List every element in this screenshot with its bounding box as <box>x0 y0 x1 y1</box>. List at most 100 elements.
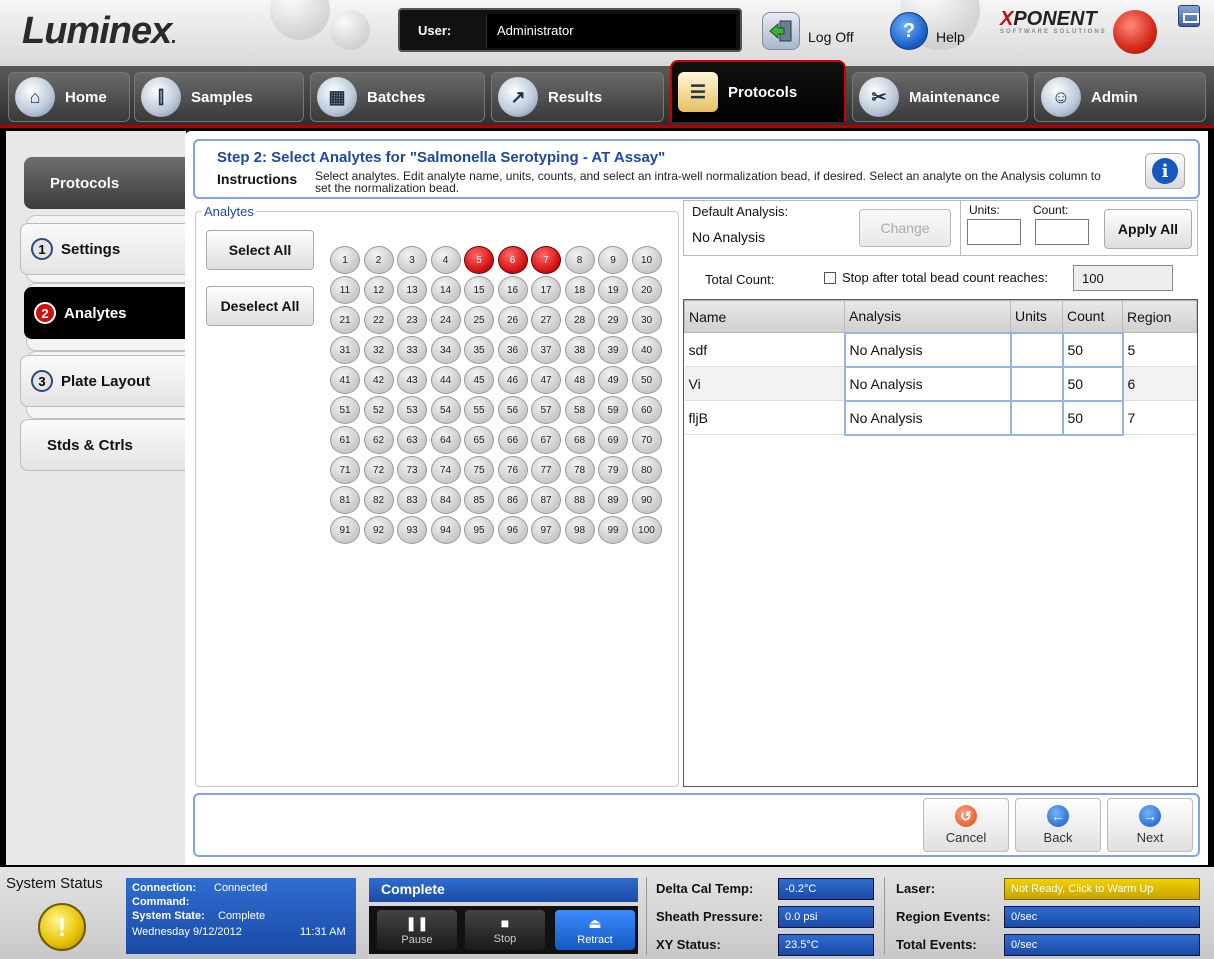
bead-region-45[interactable]: 45 <box>464 366 494 394</box>
bead-region-81[interactable]: 81 <box>330 486 360 514</box>
bead-region-18[interactable]: 18 <box>564 276 595 304</box>
bead-region-32[interactable]: 32 <box>363 336 394 364</box>
table-row[interactable]: Vi No Analysis 50 6 <box>684 365 1197 402</box>
bead-region-38[interactable]: 38 <box>564 336 595 364</box>
bead-region-93[interactable]: 93 <box>397 516 427 544</box>
tab-samples[interactable]: ⫿ Samples <box>134 72 304 122</box>
sidebar-item-stds-ctrls[interactable]: Stds & Ctrls <box>20 419 188 471</box>
bead-region-67[interactable]: 67 <box>531 426 561 454</box>
cell-analysis[interactable]: No Analysis <box>843 331 1012 368</box>
bead-region-83[interactable]: 83 <box>397 486 427 514</box>
bead-region-100[interactable]: 100 <box>631 516 662 544</box>
sidebar-item-settings[interactable]: 1 Settings <box>20 223 188 275</box>
info-button[interactable]: i <box>1145 153 1185 189</box>
bead-region-63[interactable]: 63 <box>397 426 427 454</box>
tab-results[interactable]: ↗ Results <box>491 72 664 122</box>
bead-region-54[interactable]: 54 <box>430 396 461 424</box>
bead-region-34[interactable]: 34 <box>430 336 461 364</box>
warning-icon[interactable]: ! <box>38 903 86 951</box>
bead-region-10[interactable]: 10 <box>631 246 662 274</box>
bead-region-53[interactable]: 53 <box>397 396 427 424</box>
retract-button[interactable]: ⏏ Retract <box>555 910 635 950</box>
bead-region-98[interactable]: 98 <box>564 516 595 544</box>
bead-region-13[interactable]: 13 <box>397 276 427 304</box>
bead-region-59[interactable]: 59 <box>598 396 628 424</box>
stop-after-count-checkbox[interactable] <box>824 272 836 284</box>
bead-region-91[interactable]: 91 <box>330 516 360 544</box>
bead-region-78[interactable]: 78 <box>564 456 595 484</box>
tab-protocols[interactable]: ☰ Protocols <box>670 60 846 122</box>
bead-region-47[interactable]: 47 <box>531 366 561 394</box>
bead-region-6[interactable]: 6 <box>497 246 528 274</box>
bead-region-11[interactable]: 11 <box>330 276 360 304</box>
help-button[interactable]: ? Help <box>890 8 965 54</box>
bead-region-74[interactable]: 74 <box>430 456 461 484</box>
bead-region-27[interactable]: 27 <box>531 306 561 334</box>
bead-region-4[interactable]: 4 <box>430 246 461 274</box>
tab-home[interactable]: ⌂ Home <box>8 72 130 122</box>
cell-units[interactable] <box>1009 331 1064 368</box>
bead-region-42[interactable]: 42 <box>363 366 394 394</box>
bead-region-51[interactable]: 51 <box>330 396 360 424</box>
bead-region-52[interactable]: 52 <box>363 396 394 424</box>
bead-region-55[interactable]: 55 <box>464 396 494 424</box>
bead-region-5[interactable]: 5 <box>464 246 494 274</box>
bead-region-56[interactable]: 56 <box>497 396 528 424</box>
bead-region-30[interactable]: 30 <box>631 306 662 334</box>
cancel-button[interactable]: ↺ Cancel <box>923 798 1009 852</box>
sidebar-item-protocols[interactable]: Protocols <box>24 157 188 209</box>
column-header-count[interactable]: Count <box>1062 300 1123 333</box>
bead-region-49[interactable]: 49 <box>598 366 628 394</box>
bead-region-12[interactable]: 12 <box>363 276 394 304</box>
bead-region-65[interactable]: 65 <box>464 426 494 454</box>
pause-button[interactable]: ❚❚ Pause <box>377 910 457 950</box>
bead-region-23[interactable]: 23 <box>397 306 427 334</box>
bead-region-71[interactable]: 71 <box>330 456 360 484</box>
bead-region-92[interactable]: 92 <box>363 516 394 544</box>
units-input[interactable] <box>967 219 1021 245</box>
bead-region-3[interactable]: 3 <box>397 246 427 274</box>
cell-analysis[interactable]: No Analysis <box>843 365 1012 402</box>
bead-region-76[interactable]: 76 <box>497 456 528 484</box>
bead-region-39[interactable]: 39 <box>598 336 628 364</box>
sidebar-item-analytes[interactable]: 2 Analytes <box>24 287 188 339</box>
bead-region-60[interactable]: 60 <box>631 396 662 424</box>
select-all-button[interactable]: Select All <box>206 230 314 270</box>
column-header-units[interactable]: Units <box>1010 300 1063 333</box>
minimize-button[interactable] <box>1178 5 1200 27</box>
bead-region-80[interactable]: 80 <box>631 456 662 484</box>
cell-units[interactable] <box>1009 399 1064 436</box>
bead-region-40[interactable]: 40 <box>631 336 662 364</box>
bead-region-64[interactable]: 64 <box>430 426 461 454</box>
bead-region-77[interactable]: 77 <box>531 456 561 484</box>
bead-region-69[interactable]: 69 <box>598 426 628 454</box>
bead-region-88[interactable]: 88 <box>564 486 595 514</box>
table-row[interactable]: fljB No Analysis 50 7 <box>684 399 1197 436</box>
bead-region-44[interactable]: 44 <box>430 366 461 394</box>
bead-region-97[interactable]: 97 <box>531 516 561 544</box>
bead-region-22[interactable]: 22 <box>363 306 394 334</box>
bead-region-79[interactable]: 79 <box>598 456 628 484</box>
bead-region-35[interactable]: 35 <box>464 336 494 364</box>
cell-name[interactable]: sdf <box>684 332 845 367</box>
bead-region-15[interactable]: 15 <box>464 276 494 304</box>
next-button[interactable]: → Next <box>1107 798 1193 852</box>
bead-region-94[interactable]: 94 <box>430 516 461 544</box>
bead-region-28[interactable]: 28 <box>564 306 595 334</box>
bead-region-87[interactable]: 87 <box>531 486 561 514</box>
bead-region-43[interactable]: 43 <box>397 366 427 394</box>
logoff-button[interactable]: Log Off <box>762 8 854 54</box>
table-row[interactable]: sdf No Analysis 50 5 <box>684 331 1197 368</box>
bead-region-14[interactable]: 14 <box>430 276 461 304</box>
bead-region-36[interactable]: 36 <box>497 336 528 364</box>
bead-region-25[interactable]: 25 <box>464 306 494 334</box>
cell-count[interactable]: 50 <box>1061 331 1124 368</box>
bead-region-16[interactable]: 16 <box>497 276 528 304</box>
bead-region-48[interactable]: 48 <box>564 366 595 394</box>
stop-button[interactable]: ■ Stop <box>465 910 545 950</box>
bead-region-61[interactable]: 61 <box>330 426 360 454</box>
bead-region-1[interactable]: 1 <box>330 246 360 274</box>
sidebar-item-plate-layout[interactable]: 3 Plate Layout <box>20 355 188 407</box>
bead-region-62[interactable]: 62 <box>363 426 394 454</box>
bead-region-29[interactable]: 29 <box>598 306 628 334</box>
